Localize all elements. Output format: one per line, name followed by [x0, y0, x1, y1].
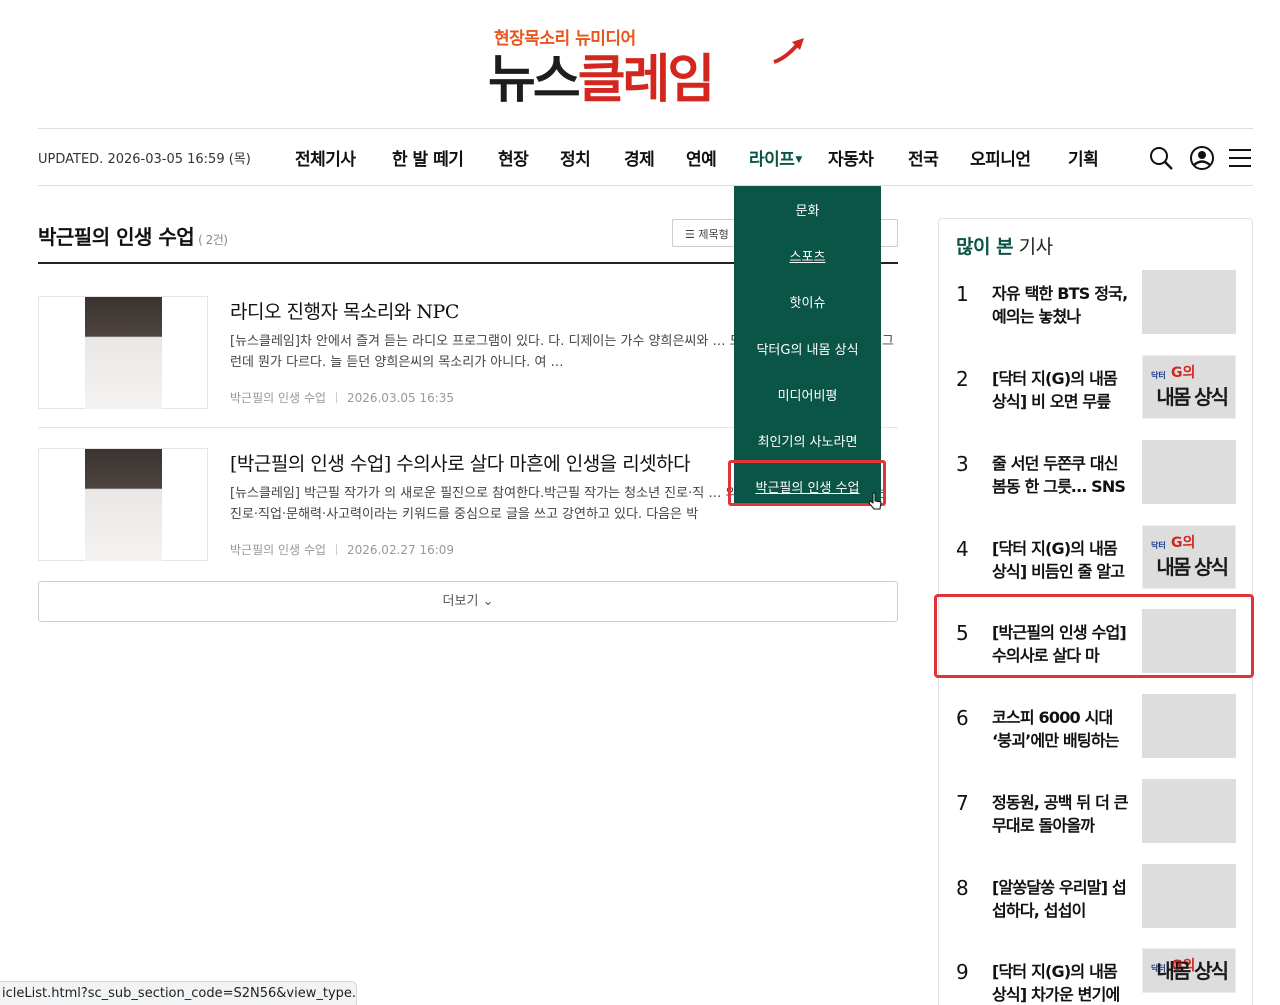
popular-thumbnail[interactable]: 닥터 G의 내몸 상식: [1142, 525, 1236, 589]
popular-item[interactable]: 1 자유 택한 BTS 정국, 예의는 놓쳤나: [956, 270, 1238, 348]
submenu-hot-issue[interactable]: 핫이슈: [734, 292, 881, 311]
article-meta: 박근필의 인생 수업 2026.02.27 16:09: [230, 541, 454, 558]
logo-tagline: 현장목소리 뉴미디어: [494, 29, 636, 49]
popular-headline[interactable]: [알쏭달쏭 우리말] 섭섭하다, 섭섭이: [992, 876, 1134, 924]
popular-thumbnail[interactable]: [1142, 440, 1236, 504]
popular-headline[interactable]: 정동원, 공백 뒤 더 큰 무대로 돌아올까: [992, 791, 1134, 839]
view-type-title[interactable]: ☰ 제목형: [685, 226, 729, 242]
author-photo: [85, 449, 162, 561]
nav-first-step[interactable]: 한 발 떼기: [392, 145, 464, 170]
comic-label-g: G의: [1171, 365, 1196, 381]
popular-headline[interactable]: [닥터 지(G)의 내몸 상식] 비듬인 줄 알고: [992, 537, 1134, 585]
popular-headline[interactable]: 줄 서던 두쫀쿠 대신 봄동 한 그릇… SNS: [992, 452, 1134, 500]
submenu-sports[interactable]: 스포츠: [734, 246, 881, 265]
comic-label-main: 내몸 상식: [1156, 385, 1229, 409]
comic-label-main: 내몸 상식: [1156, 555, 1229, 579]
more-button[interactable]: 더보기 ⌄: [38, 581, 898, 622]
menu-icon[interactable]: [1227, 145, 1253, 171]
popular-thumbnail[interactable]: [1142, 270, 1236, 334]
article-thumbnail[interactable]: [38, 296, 208, 409]
search-icon[interactable]: [1148, 145, 1174, 171]
caret-down-icon: ▼: [795, 155, 802, 165]
popular-item[interactable]: 8 [알쏭달쏭 우리말] 섭섭하다, 섭섭이: [956, 864, 1238, 942]
logo-wordmark: 뉴스클레임: [488, 50, 716, 110]
popular-rank: 2: [956, 367, 969, 391]
popular-rank: 7: [956, 791, 969, 815]
user-icon[interactable]: [1189, 145, 1215, 171]
section-title-text: 박근필의 인생 수업: [38, 225, 195, 249]
popular-title-rest: 기사: [1018, 236, 1053, 258]
popular-rank: 1: [956, 282, 969, 306]
popular-rank: 6: [956, 706, 969, 730]
article-title[interactable]: 라디오 진행자 목소리와 NPC: [230, 297, 459, 324]
comic-label-g: G의: [1171, 535, 1196, 551]
popular-item[interactable]: 6 코스피 6000 시대 ‘붕괴’에만 배팅하는: [956, 694, 1238, 772]
main-nav: UPDATED. 2026-03-05 16:59 (목) 전체기사 한 발 떼…: [38, 129, 1253, 186]
nav-politics[interactable]: 정치: [560, 145, 591, 170]
submenu-culture[interactable]: 문화: [734, 200, 881, 219]
nav-field[interactable]: 현장: [498, 145, 529, 170]
popular-thumbnail[interactable]: 닥터 G의 내몸 상식: [1142, 948, 1236, 993]
popular-thumbnail[interactable]: [1142, 694, 1236, 758]
nav-cars[interactable]: 자동차: [828, 145, 874, 170]
pointer-cursor-icon: [868, 492, 882, 510]
author-photo: [85, 297, 162, 409]
comic-label-top: 닥터: [1151, 371, 1166, 380]
logo-name-part1: 뉴스: [488, 50, 581, 110]
life-submenu: 문화 스포츠 핫이슈 닥터G의 내몸 상식 미디어비평 최인기의 사노라면 박근…: [734, 186, 881, 506]
section-title: 박근필의 인생 수업( 2건): [38, 221, 228, 250]
popular-headline[interactable]: 코스피 6000 시대 ‘붕괴’에만 배팅하는: [992, 706, 1134, 754]
submenu-choi-ingi[interactable]: 최인기의 사노라면: [734, 431, 881, 450]
popular-title: 많이 본 기사: [956, 232, 1053, 259]
article-date: 2026.02.27 16:09: [346, 543, 455, 557]
popular-headline[interactable]: [닥터 지(G)의 내몸 상식] 차가운 변기에: [992, 960, 1134, 1005]
popular-item[interactable]: 7 정동원, 공백 뒤 더 큰 무대로 돌아올까: [956, 779, 1238, 857]
nav-entertainment[interactable]: 연예: [686, 145, 717, 170]
article-date: 2026.03.05 16:35: [346, 391, 455, 405]
popular-title-highlight: 많이 본: [956, 236, 1014, 258]
popular-item[interactable]: 2 [닥터 지(G)의 내몸 상식] 비 오면 무릎 닥터 G의 내몸 상식: [956, 355, 1238, 433]
section-count: ( 2건): [198, 233, 228, 247]
status-bar-url: icleList.html?sc_sub_section_code=S2N56&…: [0, 981, 357, 1005]
submenu-media-criticism[interactable]: 미디어비평: [734, 385, 881, 404]
logo-name-part2: 클레임: [577, 50, 716, 110]
popular-item[interactable]: 9 [닥터 지(G)의 내몸 상식] 차가운 변기에 닥터 G의 내몸 상식: [956, 948, 1238, 1005]
comic-label-top: 닥터: [1151, 541, 1166, 550]
article-title[interactable]: [박근필의 인생 수업] 수의사로 살다 마흔에 인생을 리셋하다: [230, 449, 691, 476]
popular-thumbnail[interactable]: [1142, 779, 1236, 843]
chevron-down-icon: ⌄: [482, 594, 494, 609]
nav-life-label: 라이프: [749, 150, 795, 170]
popular-rank: 9: [956, 960, 969, 984]
popular-highlight-box: [934, 594, 1254, 678]
popular-rank: 3: [956, 452, 969, 476]
article-thumbnail[interactable]: [38, 448, 208, 561]
nav-opinion[interactable]: 오피니언: [970, 145, 1031, 170]
nav-planning[interactable]: 기획: [1068, 145, 1099, 170]
nav-national[interactable]: 전국: [908, 145, 939, 170]
popular-headline[interactable]: [닥터 지(G)의 내몸 상식] 비 오면 무릎: [992, 367, 1134, 415]
article-meta: 박근필의 인생 수업 2026.03.05 16:35: [230, 389, 454, 406]
comic-label-main: 내몸 상식: [1156, 959, 1229, 983]
popular-thumbnail[interactable]: [1142, 864, 1236, 928]
popular-item[interactable]: 3 줄 서던 두쫀쿠 대신 봄동 한 그릇… SNS: [956, 440, 1238, 518]
popular-rank: 8: [956, 876, 969, 900]
popular-headline[interactable]: 자유 택한 BTS 정국, 예의는 놓쳤나: [992, 282, 1134, 330]
updated-timestamp: UPDATED. 2026-03-05 16:59 (목): [38, 152, 251, 167]
nav-all-articles[interactable]: 전체기사: [295, 145, 356, 170]
logo-arrow-icon: [773, 38, 804, 64]
popular-rank: 4: [956, 537, 969, 561]
view-type-title-label: 제목형: [698, 228, 729, 241]
popular-thumbnail[interactable]: 닥터 G의 내몸 상식: [1142, 355, 1236, 419]
submenu-doctor-g[interactable]: 닥터G의 내몸 상식: [734, 339, 881, 358]
more-button-label: 더보기: [442, 594, 479, 609]
submenu-highlight-box: [728, 460, 886, 506]
nav-economy[interactable]: 경제: [624, 145, 655, 170]
nav-life[interactable]: 라이프▼: [749, 145, 802, 170]
article-section: 박근필의 인생 수업: [230, 391, 326, 405]
article-section: 박근필의 인생 수업: [230, 543, 326, 557]
site-logo[interactable]: 현장목소리 뉴미디어 뉴스클레임: [488, 22, 808, 110]
